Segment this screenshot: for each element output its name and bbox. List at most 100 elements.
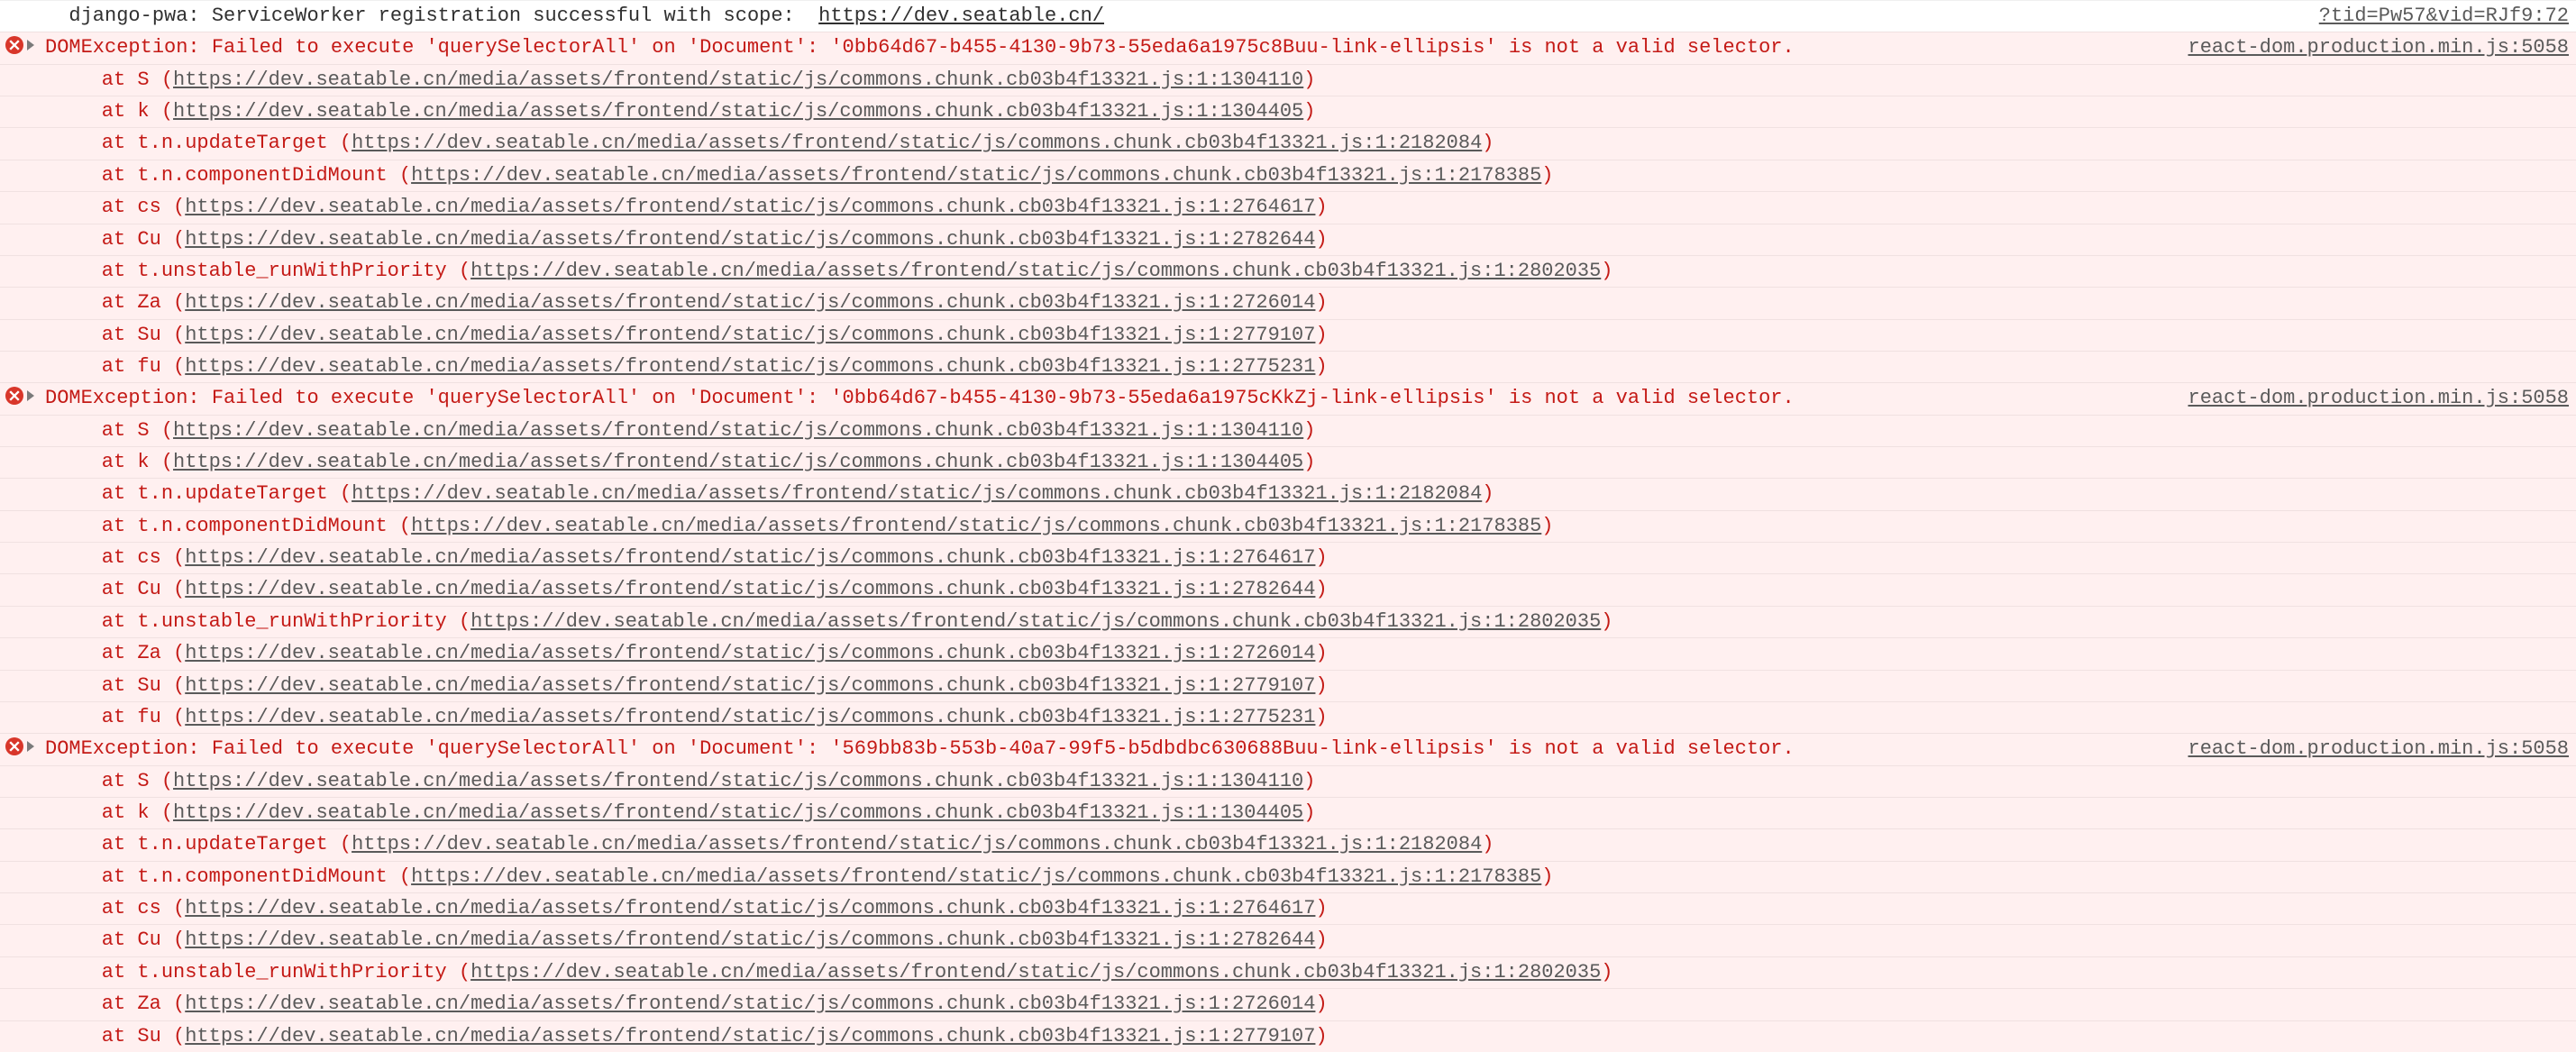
stack-frame: at k (https://dev.seatable.cn/media/asse… bbox=[5, 98, 2569, 125]
stack-frame-paren: ) bbox=[1315, 355, 1327, 378]
stack-frame-paren: ) bbox=[1541, 515, 1553, 537]
error-source-link[interactable]: react-dom.production.min.js:5058 bbox=[2178, 34, 2569, 61]
stack-frame-row: at k (https://dev.seatable.cn/media/asse… bbox=[0, 446, 2576, 478]
stack-frame-location-link[interactable]: https://dev.seatable.cn/media/assets/fro… bbox=[470, 260, 1601, 282]
stack-frame-paren: ) bbox=[1303, 451, 1315, 473]
stack-frame-paren: ) bbox=[1315, 228, 1327, 251]
stack-frame-function: at S ( bbox=[54, 419, 173, 442]
stack-frame-location-link[interactable]: https://dev.seatable.cn/media/assets/fro… bbox=[470, 961, 1601, 983]
stack-frame-function: at fu ( bbox=[54, 355, 185, 378]
stack-frame-paren: ) bbox=[1303, 801, 1315, 824]
expand-toggle-icon[interactable] bbox=[27, 741, 34, 752]
stack-frame-location-link[interactable]: https://dev.seatable.cn/media/assets/fro… bbox=[173, 451, 1303, 473]
stack-frame-location-link[interactable]: https://dev.seatable.cn/media/assets/fro… bbox=[185, 674, 1315, 697]
stack-frame-row: at t.n.componentDidMount (https://dev.se… bbox=[0, 861, 2576, 892]
stack-frame-row: at k (https://dev.seatable.cn/media/asse… bbox=[0, 96, 2576, 127]
stack-frame-function: at k ( bbox=[54, 100, 173, 123]
stack-frame-function: at k ( bbox=[54, 451, 173, 473]
console-error-row: DOMException: Failed to execute 'querySe… bbox=[0, 733, 2576, 764]
stack-frame-location-link[interactable]: https://dev.seatable.cn/media/assets/fro… bbox=[352, 482, 1482, 505]
stack-frame-function: at Su ( bbox=[54, 324, 185, 346]
stack-frame: at Cu (https://dev.seatable.cn/media/ass… bbox=[5, 226, 2569, 253]
stack-frame-row: at t.unstable_runWithPriority (https://d… bbox=[0, 606, 2576, 637]
stack-frame-location-link[interactable]: https://dev.seatable.cn/media/assets/fro… bbox=[185, 546, 1315, 569]
log-scope-link[interactable]: https://dev.seatable.cn/ bbox=[818, 5, 1104, 27]
stack-frame-location-link[interactable]: https://dev.seatable.cn/media/assets/fro… bbox=[173, 801, 1303, 824]
stack-frame-location-link[interactable]: https://dev.seatable.cn/media/assets/fro… bbox=[411, 865, 1541, 888]
stack-frame-row: at Su (https://dev.seatable.cn/media/ass… bbox=[0, 1020, 2576, 1052]
stack-frame-paren: ) bbox=[1315, 196, 1327, 218]
stack-frame-function: at S ( bbox=[54, 69, 173, 91]
error-source-link[interactable]: react-dom.production.min.js:5058 bbox=[2178, 385, 2569, 412]
stack-frame-location-link[interactable]: https://dev.seatable.cn/media/assets/fro… bbox=[185, 706, 1315, 728]
stack-frame: at k (https://dev.seatable.cn/media/asse… bbox=[5, 449, 2569, 476]
stack-frame-paren: ) bbox=[1303, 419, 1315, 442]
stack-frame: at Cu (https://dev.seatable.cn/media/ass… bbox=[5, 576, 2569, 603]
stack-frame: at Cu (https://dev.seatable.cn/media/ass… bbox=[5, 927, 2569, 954]
error-icon bbox=[5, 737, 23, 755]
stack-frame: at S (https://dev.seatable.cn/media/asse… bbox=[5, 768, 2569, 795]
log-source-link[interactable]: ?tid=Pw57&vid=RJf9:72 bbox=[2308, 3, 2569, 30]
stack-frame-location-link[interactable]: https://dev.seatable.cn/media/assets/fro… bbox=[411, 515, 1541, 537]
gutter bbox=[5, 3, 45, 5]
stack-frame-location-link[interactable]: https://dev.seatable.cn/media/assets/fro… bbox=[185, 1025, 1315, 1047]
stack-frame-location-link[interactable]: https://dev.seatable.cn/media/assets/fro… bbox=[185, 196, 1315, 218]
stack-frame-function: at t.n.updateTarget ( bbox=[54, 132, 352, 154]
stack-frame-location-link[interactable]: https://dev.seatable.cn/media/assets/fro… bbox=[185, 324, 1315, 346]
stack-frame: at cs (https://dev.seatable.cn/media/ass… bbox=[5, 194, 2569, 221]
stack-frame-row: at cs (https://dev.seatable.cn/media/ass… bbox=[0, 892, 2576, 924]
expand-toggle-icon[interactable] bbox=[27, 390, 34, 401]
log-body: ServiceWorker registration successful wi… bbox=[200, 5, 819, 27]
stack-frame-location-link[interactable]: https://dev.seatable.cn/media/assets/fro… bbox=[185, 291, 1315, 314]
stack-frame-location-link[interactable]: https://dev.seatable.cn/media/assets/fro… bbox=[185, 355, 1315, 378]
stack-frame-function: at S ( bbox=[54, 770, 173, 792]
stack-frame-function: at t.n.updateTarget ( bbox=[54, 833, 352, 855]
console-error-row: DOMException: Failed to execute 'querySe… bbox=[0, 382, 2576, 414]
stack-frame-location-link[interactable]: https://dev.seatable.cn/media/assets/fro… bbox=[185, 228, 1315, 251]
log-prefix: django-pwa: bbox=[45, 5, 200, 27]
stack-frame: at Za (https://dev.seatable.cn/media/ass… bbox=[5, 640, 2569, 667]
stack-frame: at t.n.componentDidMount (https://dev.se… bbox=[5, 513, 2569, 540]
stack-frame: at cs (https://dev.seatable.cn/media/ass… bbox=[5, 544, 2569, 572]
stack-frame: at t.unstable_runWithPriority (https://d… bbox=[5, 959, 2569, 986]
stack-frame-function: at k ( bbox=[54, 801, 173, 824]
stack-frame-paren: ) bbox=[1601, 260, 1612, 282]
stack-frame-location-link[interactable]: https://dev.seatable.cn/media/assets/fro… bbox=[173, 100, 1303, 123]
stack-frame-location-link[interactable]: https://dev.seatable.cn/media/assets/fro… bbox=[470, 610, 1601, 633]
stack-frame-location-link[interactable]: https://dev.seatable.cn/media/assets/fro… bbox=[185, 897, 1315, 919]
stack-frame-paren: ) bbox=[1315, 706, 1327, 728]
stack-frame-row: at t.unstable_runWithPriority (https://d… bbox=[0, 255, 2576, 287]
stack-frame-paren: ) bbox=[1315, 578, 1327, 600]
stack-frame-location-link[interactable]: https://dev.seatable.cn/media/assets/fro… bbox=[411, 164, 1541, 187]
stack-frame-paren: ) bbox=[1315, 324, 1327, 346]
gutter bbox=[5, 34, 45, 54]
stack-frame-row: at t.n.updateTarget (https://dev.seatabl… bbox=[0, 478, 2576, 509]
stack-frame-function: at Cu ( bbox=[54, 228, 185, 251]
stack-frame-row: at t.n.updateTarget (https://dev.seatabl… bbox=[0, 828, 2576, 860]
stack-frame-location-link[interactable]: https://dev.seatable.cn/media/assets/fro… bbox=[352, 833, 1482, 855]
stack-frame-location-link[interactable]: https://dev.seatable.cn/media/assets/fro… bbox=[185, 578, 1315, 600]
stack-frame: at t.unstable_runWithPriority (https://d… bbox=[5, 608, 2569, 636]
stack-frame-function: at Su ( bbox=[54, 1025, 185, 1047]
error-icon bbox=[5, 387, 23, 405]
stack-frame-paren: ) bbox=[1303, 69, 1315, 91]
stack-frame-location-link[interactable]: https://dev.seatable.cn/media/assets/fro… bbox=[173, 770, 1303, 792]
stack-frame-function: at Za ( bbox=[54, 291, 185, 314]
stack-frame-location-link[interactable]: https://dev.seatable.cn/media/assets/fro… bbox=[185, 642, 1315, 664]
stack-frame-location-link[interactable]: https://dev.seatable.cn/media/assets/fro… bbox=[185, 929, 1315, 951]
stack-frame-row: at t.unstable_runWithPriority (https://d… bbox=[0, 956, 2576, 988]
stack-frame-location-link[interactable]: https://dev.seatable.cn/media/assets/fro… bbox=[173, 69, 1303, 91]
error-source-link[interactable]: react-dom.production.min.js:5058 bbox=[2178, 736, 2569, 763]
stack-frame-row: at fu (https://dev.seatable.cn/media/ass… bbox=[0, 351, 2576, 382]
error-headline: DOMException: Failed to execute 'querySe… bbox=[45, 385, 2178, 412]
stack-frame-location-link[interactable]: https://dev.seatable.cn/media/assets/fro… bbox=[352, 132, 1482, 154]
stack-frame: at Za (https://dev.seatable.cn/media/ass… bbox=[5, 289, 2569, 316]
expand-toggle-icon[interactable] bbox=[27, 40, 34, 50]
stack-frame-location-link[interactable]: https://dev.seatable.cn/media/assets/fro… bbox=[185, 993, 1315, 1015]
stack-frame: at Su (https://dev.seatable.cn/media/ass… bbox=[5, 322, 2569, 349]
error-headline: DOMException: Failed to execute 'querySe… bbox=[45, 34, 2178, 61]
stack-frame-row: at cs (https://dev.seatable.cn/media/ass… bbox=[0, 191, 2576, 223]
stack-frame-function: at fu ( bbox=[54, 706, 185, 728]
stack-frame: at t.n.updateTarget (https://dev.seatabl… bbox=[5, 480, 2569, 508]
stack-frame-location-link[interactable]: https://dev.seatable.cn/media/assets/fro… bbox=[173, 419, 1303, 442]
